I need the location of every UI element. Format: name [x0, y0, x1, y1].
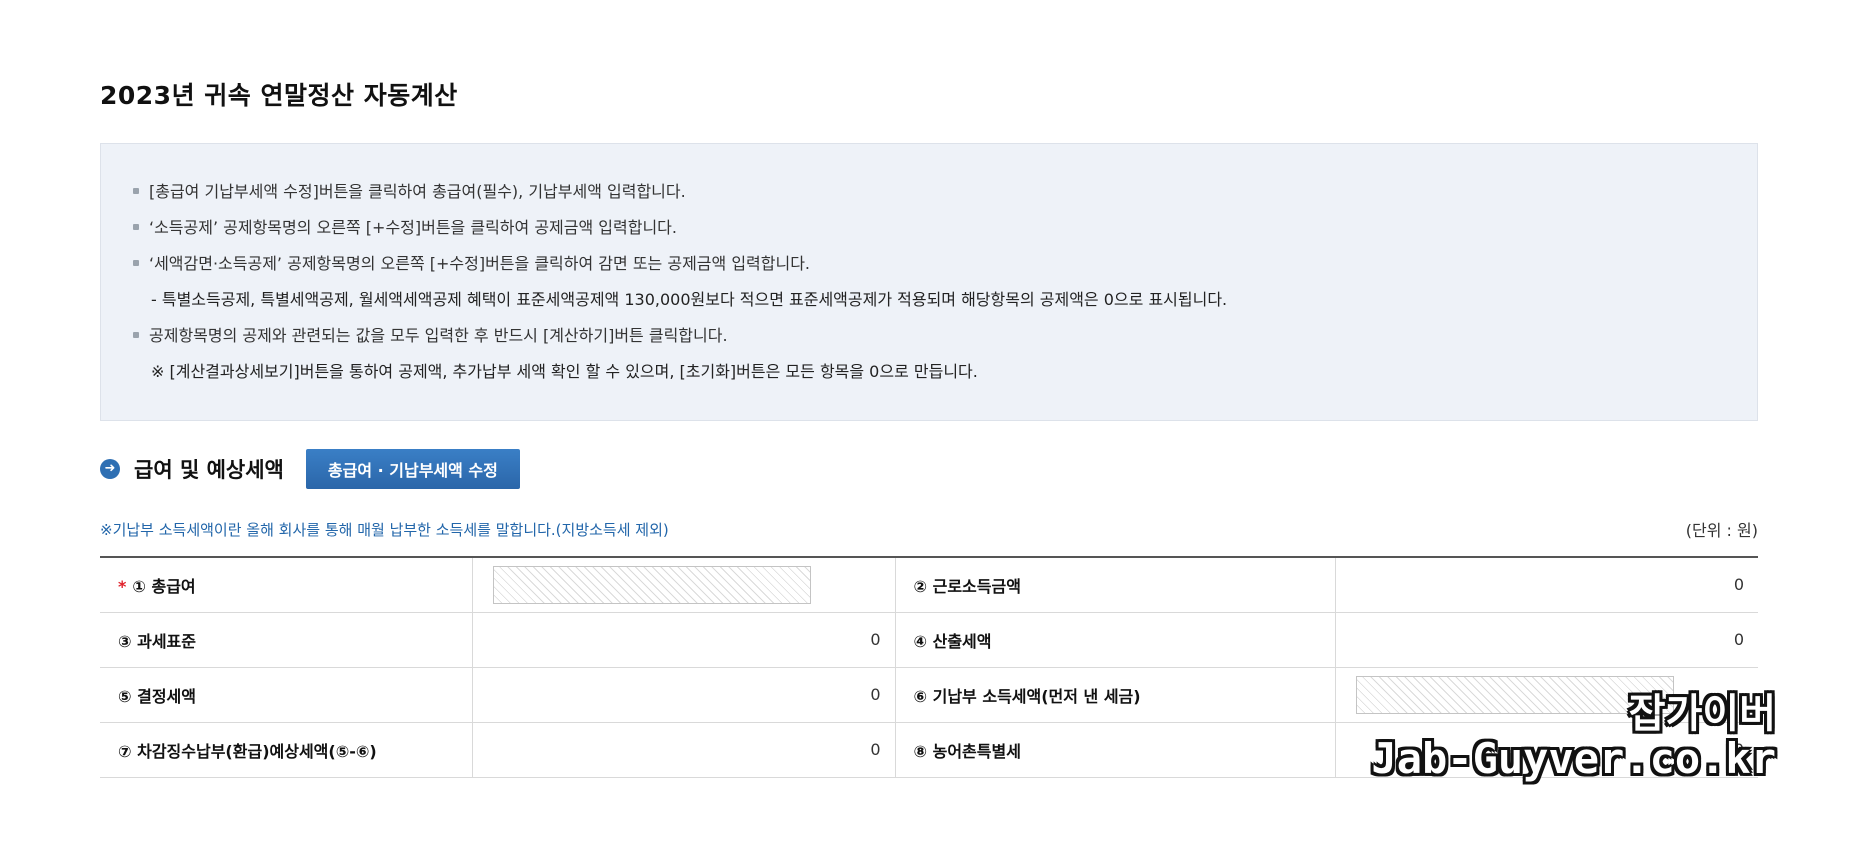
value-expected-refund: 0	[471, 722, 895, 778]
section-header: ➜ 급여 및 예상세액 총급여 · 기납부세액 수정	[100, 448, 520, 490]
label-tax-base: ③ 과세표준	[100, 612, 472, 668]
watermark-line-1: 잡가이버	[1628, 691, 1776, 737]
total-salary-field[interactable]	[492, 565, 811, 604]
watermark-line-2: Jab-Guyver.co.kr	[1371, 734, 1776, 783]
bullet-icon	[133, 223, 139, 230]
bullet-icon	[133, 187, 139, 194]
label-rural-special-tax: ⑧ 농어촌특별세	[894, 722, 1335, 778]
label-total-salary: * ① 총급여	[100, 557, 472, 613]
total-salary-cell	[471, 557, 895, 613]
prepaid-tax-note: ※기납부 소득세액이란 올해 회사를 통해 매월 납부한 소득세를 말합니다.(…	[100, 521, 669, 539]
arrow-circle-right-icon: ➜	[100, 459, 120, 479]
instruction-item: [총급여 기납부세액 수정]버튼을 클릭하여 총급여(필수), 기납부세액 입력…	[133, 174, 1757, 210]
value-calculated-tax: 0	[1334, 612, 1758, 668]
table-row: ③ 과세표준 0 ④ 산출세액 0	[100, 612, 1758, 668]
instruction-item: ‘세액감면·소득공제’ 공제항목명의 오른쪽 [+수정]버튼을 클릭하여 감면 …	[133, 246, 1757, 282]
edit-salary-tax-button[interactable]: 총급여 · 기납부세액 수정	[305, 449, 520, 489]
label-determined-tax: ⑤ 결정세액	[100, 667, 472, 723]
label-earned-income: ② 근로소득금액	[894, 557, 1335, 613]
watermark: 잡가이버 Jab-Guyver.co.kr	[1371, 692, 1776, 782]
section-title: 급여 및 예상세액	[134, 458, 284, 482]
instruction-box: [총급여 기납부세액 수정]버튼을 클릭하여 총급여(필수), 기납부세액 입력…	[100, 143, 1758, 421]
unit-label: (단위 : 원)	[1685, 521, 1758, 540]
value-tax-base: 0	[471, 612, 895, 668]
instruction-note: ※ [계산결과상세보기]버튼을 통하여 공제액, 추가납부 세액 확인 할 수 …	[151, 362, 978, 381]
required-mark: *	[118, 576, 127, 596]
instruction-item: ‘소득공제’ 공제항목명의 오른쪽 [+수정]버튼을 클릭하여 공제금액 입력합…	[133, 210, 1757, 246]
instruction-item: 공제항목명의 공제와 관련되는 값을 모두 입력한 후 반드시 [계산하기]버튼…	[133, 318, 1757, 354]
label-prepaid-tax: ⑥ 기납부 소득세액(먼저 낸 세금)	[894, 667, 1335, 723]
page-title: 2023년 귀속 연말정산 자동계산	[100, 81, 458, 110]
instruction-subitem: - 특별소득공제, 특별세액공제, 월세액세액공제 혜택이 표준세액공제액 13…	[151, 290, 1228, 309]
bullet-icon	[133, 259, 139, 266]
table-row: * ① 총급여 ② 근로소득금액 0	[100, 557, 1758, 613]
value-determined-tax: 0	[471, 667, 895, 723]
value-earned-income: 0	[1334, 557, 1758, 613]
bullet-icon	[133, 331, 139, 338]
label-calculated-tax: ④ 산출세액	[894, 612, 1335, 668]
label-expected-refund: ⑦ 차감징수납부(환급)예상세액(⑤-⑥)	[100, 722, 472, 778]
